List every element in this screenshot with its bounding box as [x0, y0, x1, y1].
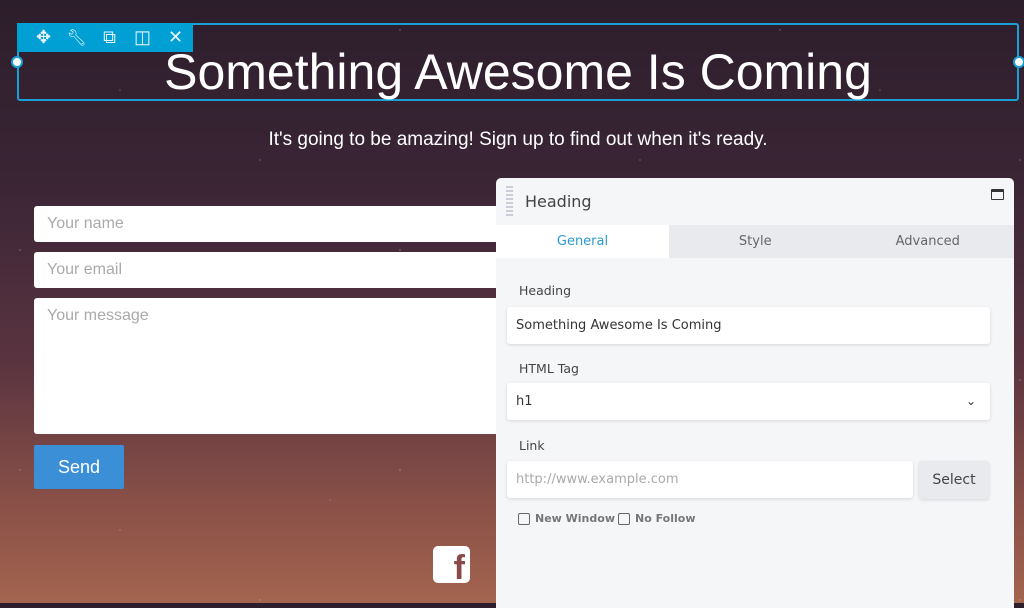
- no-follow-label: No Follow: [635, 512, 696, 525]
- tab-style[interactable]: Style: [669, 225, 842, 258]
- panel-title: Heading: [525, 192, 592, 211]
- duplicate-icon[interactable]: ⧉: [93, 27, 126, 48]
- heading-label: Heading: [519, 283, 572, 298]
- chevron-down-icon: ⌄: [965, 394, 976, 408]
- heading-input[interactable]: Something Awesome Is Coming: [507, 307, 990, 344]
- link-label: Link: [519, 438, 545, 453]
- module-toolbar: ✥ 🔧︎ ⧉ ◫ ✕: [17, 23, 193, 52]
- new-window-checkbox[interactable]: New Window: [518, 512, 615, 525]
- settings-panel: Heading General Style Advanced Heading S…: [496, 178, 1014, 608]
- checkbox-icon: [618, 512, 630, 525]
- html-tag-select[interactable]: h1 ⌄: [507, 383, 990, 420]
- drag-handle-icon[interactable]: [506, 186, 513, 216]
- maximize-icon[interactable]: [991, 189, 1004, 200]
- html-tag-value: h1: [516, 394, 533, 409]
- close-icon[interactable]: ✕: [159, 27, 192, 48]
- facebook-icon[interactable]: f: [433, 546, 470, 583]
- columns-icon[interactable]: ◫: [126, 27, 159, 48]
- wrench-icon[interactable]: 🔧︎: [60, 28, 93, 48]
- link-input[interactable]: http://www.example.com: [507, 461, 913, 498]
- subtitle: It's going to be amazing! Sign up to fin…: [268, 129, 768, 150]
- name-input[interactable]: Your name: [34, 206, 514, 242]
- message-input[interactable]: Your message: [34, 298, 514, 434]
- no-follow-checkbox[interactable]: No Follow: [618, 512, 695, 525]
- tab-advanced[interactable]: Advanced: [842, 225, 1015, 258]
- move-icon[interactable]: ✥: [27, 27, 60, 48]
- checkbox-icon: [518, 512, 530, 525]
- select-link-button[interactable]: Select: [919, 461, 989, 499]
- send-button[interactable]: Send: [34, 445, 124, 489]
- html-tag-label: HTML Tag: [519, 361, 579, 376]
- new-window-label: New Window: [535, 512, 615, 525]
- email-input[interactable]: Your email: [34, 252, 514, 288]
- tab-general[interactable]: General: [496, 225, 669, 258]
